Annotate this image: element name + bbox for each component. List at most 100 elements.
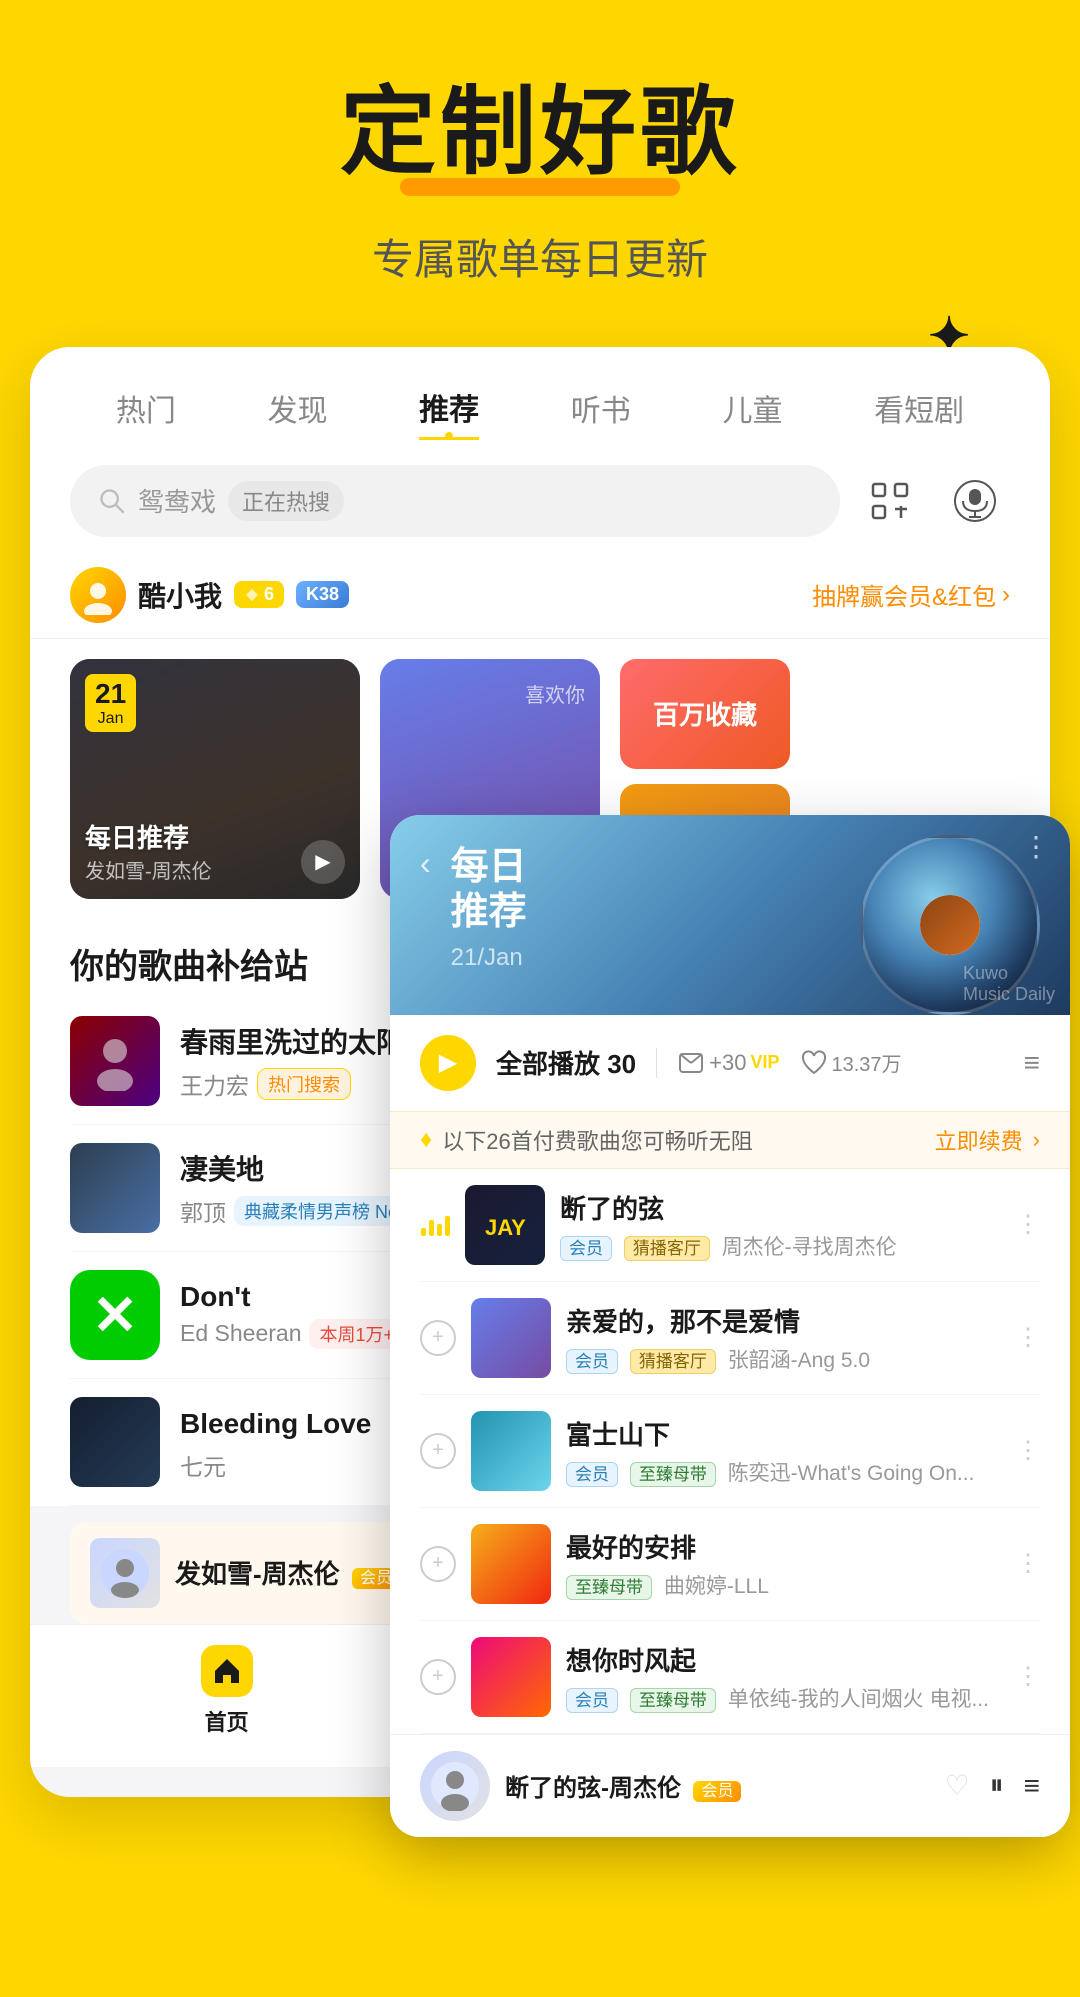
playlist-item-3[interactable]: + 富士山下 会员 至臻母带 陈奕迅-What's Going On... ⋮ (420, 1395, 1040, 1508)
pl-info-2: 亲爱的，那不是爱情 会员 猜播客厅 张韶涵-Ang 5.0 (566, 1302, 1001, 1374)
nav-tabs: 热门 发现 推荐 听书 儿童 看短剧 (30, 347, 1050, 450)
featured-main-card[interactable]: 21 Jan 每日推荐 发如雪-周杰伦 ▶ (70, 659, 360, 899)
play-circle[interactable]: ▶ (301, 840, 345, 884)
pl-name-5: 想你时风起 (566, 1641, 1001, 1678)
more-btn-3[interactable]: ⋮ (1016, 1436, 1040, 1465)
mini-controls: ♡ ⏸ ≡ (945, 1769, 1040, 1802)
search-icon (98, 487, 126, 515)
hero-title-text: 定制好歌 (340, 79, 740, 186)
tab-hot[interactable]: 热门 (116, 378, 176, 438)
add-btn-3[interactable]: + (420, 1433, 456, 1469)
pl-thumb-4 (471, 1524, 551, 1604)
pl-artist-5: 会员 至臻母带 单依纯-我的人间烟火 电视... (566, 1683, 1001, 1713)
mini-title: 断了的弦-周杰伦 (505, 1775, 681, 1802)
mic-button[interactable] (940, 476, 1010, 526)
detail-card: ‹ 每日推荐 21/Jan ⋮ KuwoMusic Daily ▶ 全部播放 3… (390, 815, 1070, 1837)
scan-icon (868, 479, 912, 523)
card-area: ✦ 热门 发现 推荐 听书 儿童 看短剧 鸳鸯戏 正在热搜 (30, 347, 1050, 1997)
add-btn-2[interactable]: + (420, 1320, 456, 1356)
nav-home-label: 首页 (205, 1705, 249, 1737)
play-count: 全部播放 30 (496, 1044, 636, 1081)
tab-audiobook[interactable]: 听书 (571, 378, 631, 438)
more-options[interactable]: ⋮ (1022, 830, 1050, 863)
pl-artist-4: 至臻母带 曲婉婷-LLL (566, 1570, 1001, 1600)
vip-badge: 6 (234, 581, 284, 608)
level-badge: K38 (296, 581, 349, 608)
mini-avatar-icon (430, 1761, 480, 1811)
np-thumb (90, 1538, 160, 1608)
play-all-button[interactable]: ▶ (420, 1035, 476, 1091)
pl-artist-3: 会员 至臻母带 陈奕迅-What's Going On... (566, 1457, 1001, 1487)
detail-header: ‹ 每日推荐 21/Jan ⋮ KuwoMusic Daily (390, 815, 1070, 1015)
playlist-item-4[interactable]: + 最好的安排 至臻母带 曲婉婷-LLL ⋮ (420, 1508, 1040, 1621)
more-btn-2[interactable]: ⋮ (1016, 1323, 1040, 1352)
player-controls: ▶ 全部播放 30 +30 VIP 13.37万 ≡ (390, 1015, 1070, 1111)
heart-icon (800, 1049, 828, 1077)
date-badge: 21 Jan (85, 674, 136, 732)
tab-discover[interactable]: 发现 (267, 378, 327, 438)
tab-kids[interactable]: 儿童 (722, 378, 782, 438)
pl-info-4: 最好的安排 至臻母带 曲婉婷-LLL (566, 1528, 1001, 1600)
search-area: 鸳鸯戏 正在热搜 (30, 450, 1050, 557)
detail-date: 21/Jan (451, 944, 527, 972)
add-btn-5[interactable]: + (420, 1659, 456, 1695)
user-row: 酷小我 6 K38 抽牌赢会员&红包 › (30, 557, 1050, 639)
mini-list-button[interactable]: ≡ (1024, 1770, 1040, 1802)
playlist-item-2[interactable]: + 亲爱的，那不是爱情 会员 猜播客厅 张韶涵-Ang 5.0 ⋮ (420, 1282, 1040, 1395)
vip-link[interactable]: 立即续费 (935, 1124, 1023, 1156)
pl-info-5: 想你时风起 会员 至臻母带 单依纯-我的人间烟火 电视... (566, 1641, 1001, 1713)
search-hot-label: 正在热搜 (228, 481, 344, 521)
pl-info-1: 断了的弦 会员 猜播客厅 周杰伦-寻找周杰伦 (560, 1189, 1001, 1261)
song-thumb-1 (70, 1016, 160, 1106)
song-thumb-3: ✕ (70, 1270, 160, 1360)
hero-title: 定制好歌 (340, 80, 740, 186)
detail-header-text: 每日推荐 21/Jan (451, 845, 527, 972)
pl-thumb-3 (471, 1411, 551, 1491)
more-btn-5[interactable]: ⋮ (1016, 1662, 1040, 1691)
user-promo[interactable]: 抽牌赢会员&红包 › (812, 577, 1010, 612)
more-btn-4[interactable]: ⋮ (1016, 1549, 1040, 1578)
list-icon[interactable]: ≡ (1024, 1047, 1040, 1079)
mini-info: 断了的弦-周杰伦 会员 (505, 1768, 930, 1803)
back-button[interactable]: ‹ (420, 845, 431, 882)
playlist: JAY 断了的弦 会员 猜播客厅 周杰伦-寻找周杰伦 ⋮ + (390, 1169, 1070, 1734)
user-name: 酷小我 (138, 575, 222, 615)
pl-thumb-2 (471, 1298, 551, 1378)
main-card-overlay: 每日推荐 发如雪-周杰伦 (85, 818, 212, 884)
hero-section: 定制好歌 专属歌单每日更新 (0, 0, 1080, 287)
more-btn-1[interactable]: ⋮ (1016, 1210, 1040, 1239)
forward-button[interactable]: +30 VIP (677, 1049, 779, 1077)
forward-icon (677, 1049, 705, 1077)
song-thumb-4 (70, 1397, 160, 1487)
avatar-icon (78, 575, 118, 615)
playlist-item-5[interactable]: + 想你时风起 会员 至臻母带 单依纯-我的人间烟火 电视... ⋮ (420, 1621, 1040, 1734)
vip-wing-icon (244, 587, 260, 603)
add-btn-4[interactable]: + (420, 1546, 456, 1582)
pl-artist-1: 会员 猜播客厅 周杰伦-寻找周杰伦 (560, 1231, 1001, 1261)
disc-center (920, 895, 980, 955)
thumb-person-icon (85, 1031, 145, 1091)
pl-name-3: 富士山下 (566, 1415, 1001, 1452)
mini-player: 断了的弦-周杰伦 会员 ♡ ⏸ ≡ (390, 1734, 1070, 1837)
pl-name-2: 亲爱的，那不是爱情 (566, 1302, 1001, 1339)
pl-artist-2: 会员 猜播客厅 张韶涵-Ang 5.0 (566, 1344, 1001, 1374)
vip-icon: ♦ (420, 1126, 432, 1154)
user-avatar (70, 567, 126, 623)
like-count-btn[interactable]: 13.37万 (800, 1048, 902, 1077)
mini-heart-button[interactable]: ♡ (945, 1769, 970, 1802)
detail-title: 每日推荐 (451, 845, 527, 936)
rank-bars-icon (420, 1214, 450, 1236)
mini-pause-button[interactable]: ⏸ (990, 1769, 1004, 1802)
hero-title-underline (400, 178, 680, 196)
featured-card-sm1[interactable]: 百万收藏 (620, 659, 790, 769)
section-title: 你的歌曲补给站 (70, 948, 308, 986)
tab-drama[interactable]: 看短剧 (874, 378, 964, 438)
hero-subtitle: 专属歌单每日更新 (60, 226, 1020, 287)
search-box[interactable]: 鸳鸯戏 正在热搜 (70, 465, 840, 537)
tab-recommend[interactable]: 推荐 (419, 377, 479, 440)
scan-button[interactable] (855, 476, 925, 526)
pl-name-4: 最好的安排 (566, 1528, 1001, 1565)
np-title: 发如雪-周杰伦 (175, 1559, 340, 1589)
playlist-item-1[interactable]: JAY 断了的弦 会员 猜播客厅 周杰伦-寻找周杰伦 ⋮ (420, 1169, 1040, 1282)
nav-home[interactable]: 首页 (201, 1645, 253, 1737)
